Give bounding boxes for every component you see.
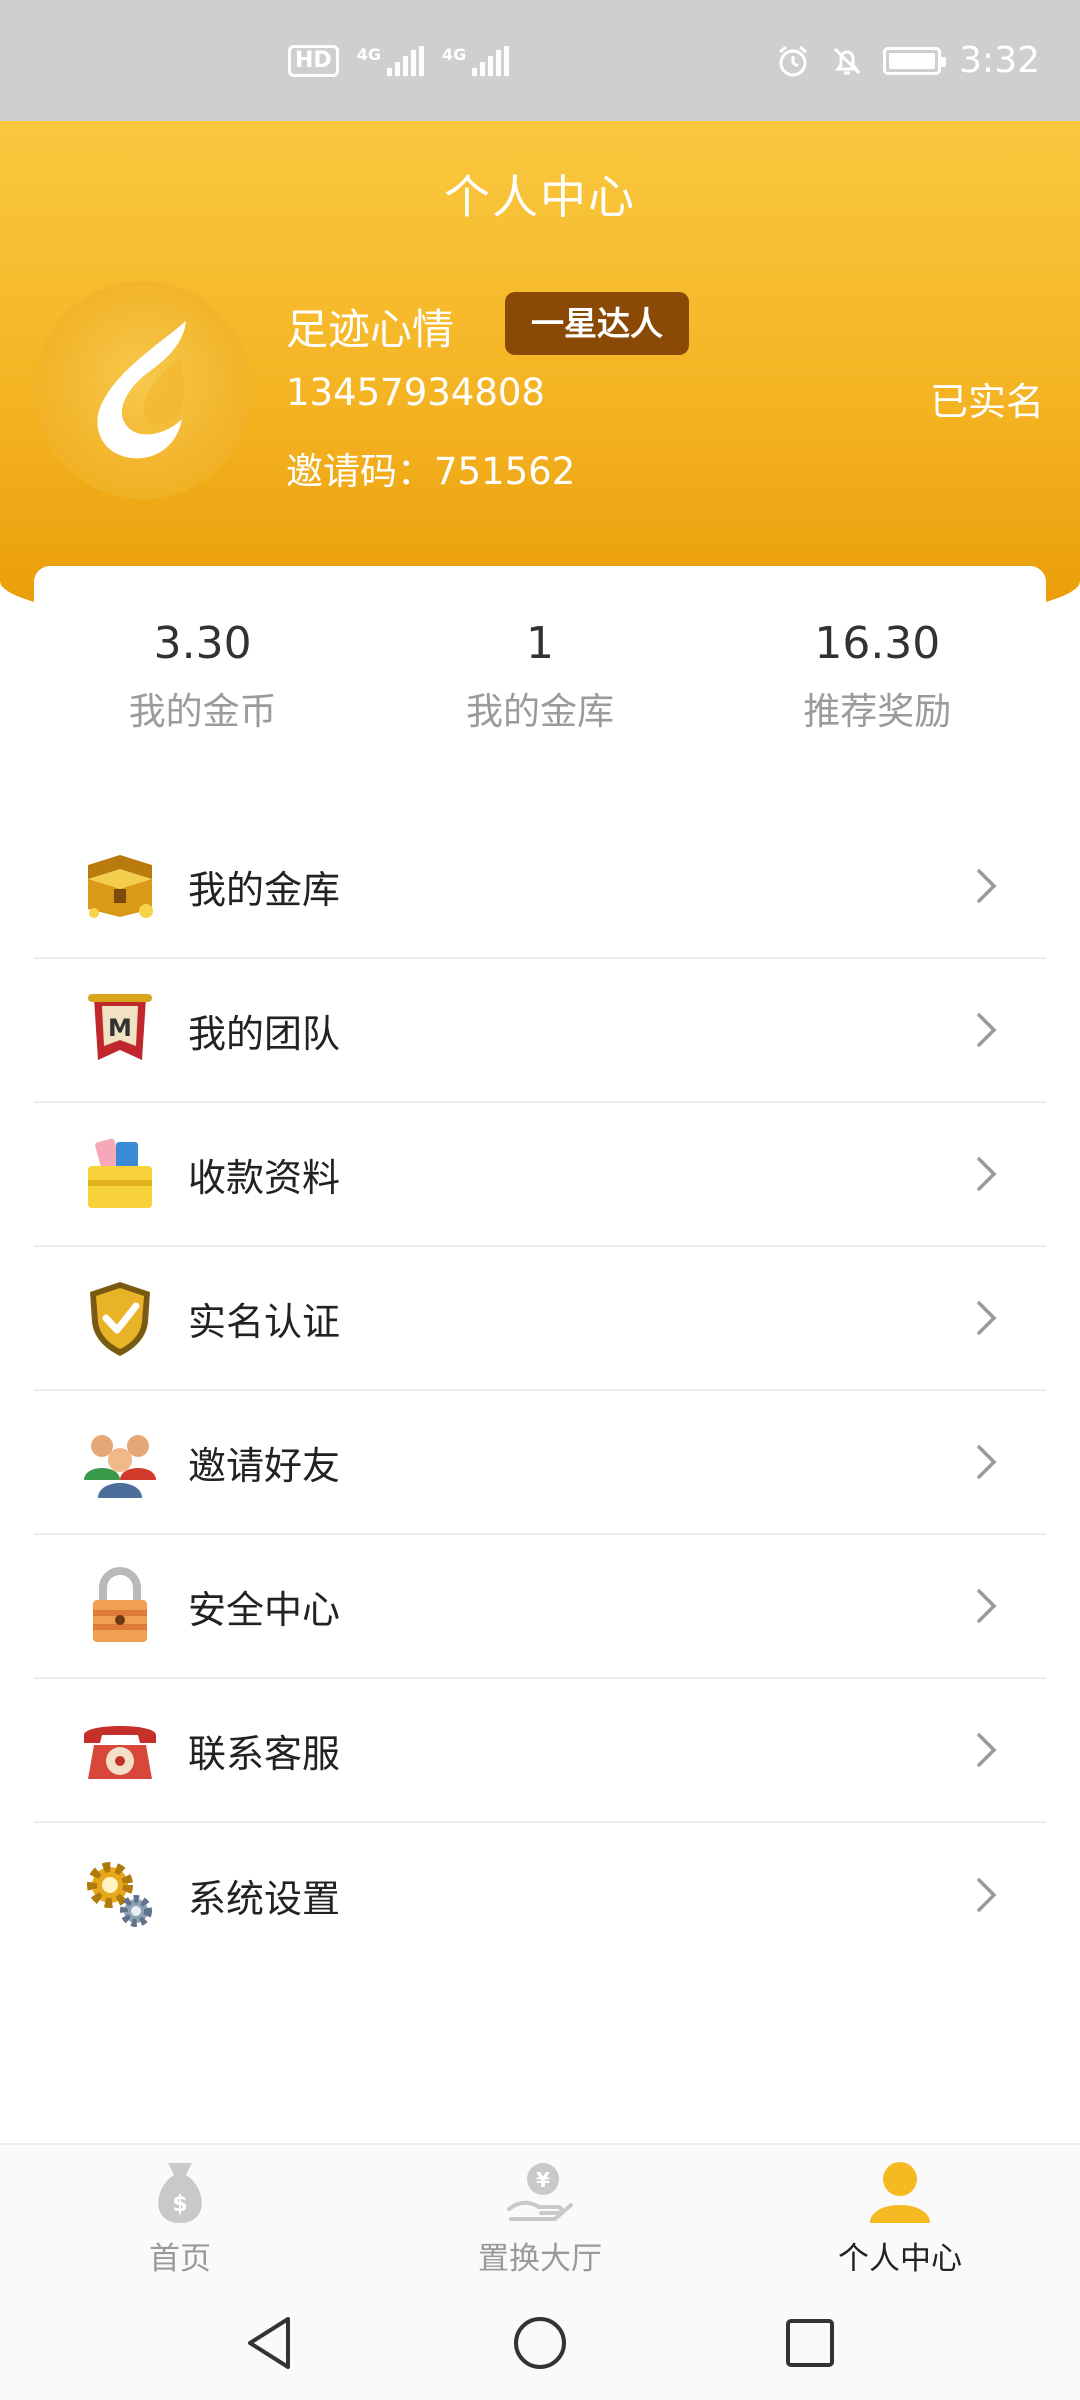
signal-icon [386, 45, 424, 76]
chevron-right-icon [977, 1589, 997, 1623]
tab-profile[interactable]: 个人中心 [720, 2145, 1080, 2285]
menu-item-security[interactable]: 安全中心 [34, 1535, 1046, 1679]
menu-label: 邀请好友 [188, 1443, 341, 1488]
money-bag-icon: $ [143, 2155, 217, 2229]
avatar[interactable] [34, 281, 252, 499]
stat-label: 我的金币 [128, 690, 277, 733]
telephone-icon [78, 1708, 162, 1792]
menu-label: 安全中心 [188, 1587, 341, 1632]
bottom-tab-bar: $ 首页 ¥ 置换大厅 个人中心 [0, 2143, 1080, 2285]
invite-code: 邀请码：751562 [286, 450, 576, 493]
status-bar: HD 4G 4G 3:32 [0, 0, 1080, 121]
chevron-right-icon [977, 1733, 997, 1767]
svg-text:$: $ [172, 2192, 187, 2217]
hd-icon: HD [288, 44, 339, 77]
chevron-right-icon [977, 1301, 997, 1335]
home-circle-icon [514, 2316, 566, 2369]
mute-bell-icon [834, 47, 861, 74]
menu-item-team[interactable]: M 我的团队 [34, 959, 1046, 1103]
team-banner-icon: M [78, 988, 162, 1072]
person-icon [863, 2155, 937, 2229]
svg-text:M: M [108, 1014, 132, 1042]
menu-label: 我的团队 [188, 1011, 341, 1056]
recents-button[interactable] [775, 2308, 845, 2378]
stat-coins[interactable]: 3.30 我的金币 [34, 566, 371, 766]
hand-coin-icon: ¥ [503, 2155, 577, 2229]
stat-label: 推荐奖励 [803, 690, 952, 733]
chevron-right-icon [977, 1157, 997, 1191]
home-button[interactable] [505, 2308, 575, 2378]
menu-label: 系统设置 [188, 1876, 341, 1921]
menu-label: 收款资料 [188, 1155, 341, 1200]
tab-label: 个人中心 [838, 2241, 962, 2277]
menu-item-real-name[interactable]: 实名认证 [34, 1247, 1046, 1391]
phone-number: 13457934808 [286, 371, 545, 414]
svg-text:¥: ¥ [536, 2168, 550, 2192]
battery-icon [883, 46, 947, 75]
stats-card: 3.30 我的金币 1 我的金库 16.30 推荐奖励 [34, 566, 1046, 766]
status-left: HD 4G 4G [288, 44, 510, 77]
wallet-cards-icon [78, 1132, 162, 1216]
stat-referral-reward[interactable]: 16.30 推荐奖励 [709, 566, 1046, 766]
menu-item-customer-service[interactable]: 联系客服 [34, 1679, 1046, 1823]
status-right: 3:32 [775, 40, 1040, 81]
back-triangle-icon [248, 2316, 290, 2369]
shield-check-icon [78, 1276, 162, 1360]
tab-label: 置换大厅 [478, 2241, 602, 2277]
menu-item-payment-info[interactable]: 收款资料 [34, 1103, 1046, 1247]
alarm-icon [779, 45, 808, 76]
gears-icon [78, 1853, 162, 1937]
stat-label: 我的金库 [465, 690, 614, 733]
padlock-icon [78, 1564, 162, 1648]
tab-exchange-hall[interactable]: ¥ 置换大厅 [360, 2145, 720, 2285]
menu-list: 我的金库 M 我的团队 收款资料 实名认证 邀请好友 安全中心 联系客服 系统设… [34, 815, 1046, 1967]
chevron-right-icon [977, 1445, 997, 1479]
system-nav-bar [0, 2285, 1080, 2400]
verified-status[interactable]: 已实名 [930, 371, 1044, 426]
tab-label: 首页 [149, 2241, 211, 2277]
stat-vault[interactable]: 1 我的金库 [371, 566, 708, 766]
network-type-1: 4G [356, 44, 381, 64]
menu-label: 联系客服 [188, 1731, 341, 1776]
recents-square-icon [786, 2318, 834, 2367]
stat-value: 16.30 [814, 618, 941, 669]
page-title: 个人中心 [444, 170, 636, 224]
chevron-right-icon [977, 869, 997, 903]
menu-item-invite-friends[interactable]: 邀请好友 [34, 1391, 1046, 1535]
menu-label: 我的金库 [188, 867, 341, 912]
profile-header: 个人中心 足迹心情 一星达人 13457934808 邀请码：751562 已实… [0, 121, 1080, 641]
network-type-2: 4G [441, 44, 467, 64]
username: 足迹心情 [286, 305, 455, 354]
menu-item-settings[interactable]: 系统设置 [34, 1823, 1046, 1967]
clock-time: 3:32 [959, 40, 1040, 81]
level-badge: 一星达人 [505, 292, 689, 355]
friends-icon [78, 1420, 162, 1504]
chevron-right-icon [977, 1878, 997, 1912]
tab-home[interactable]: $ 首页 [0, 2145, 360, 2285]
treasure-chest-icon [78, 844, 162, 928]
stat-value: 1 [525, 618, 554, 669]
menu-item-vault[interactable]: 我的金库 [34, 815, 1046, 959]
signal-icon [472, 45, 510, 76]
menu-label: 实名认证 [188, 1299, 341, 1344]
back-button[interactable] [235, 2308, 305, 2378]
stat-value: 3.30 [153, 618, 252, 669]
flame-logo-icon [97, 321, 186, 459]
chevron-right-icon [977, 1013, 997, 1047]
